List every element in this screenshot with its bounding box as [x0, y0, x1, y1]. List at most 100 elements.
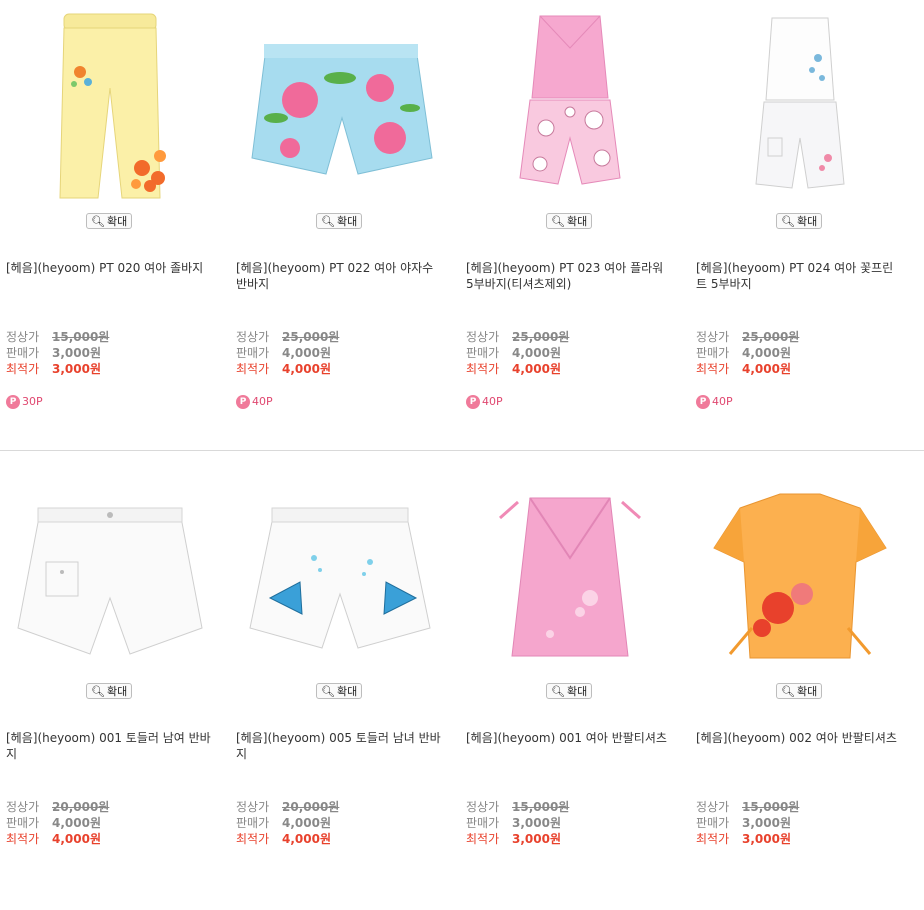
- product-name-link[interactable]: [헤음](heyoom) PT 024 여아 꽃프린트 5부바지: [696, 260, 901, 292]
- product-card: 🔍︎ 확대 [헤음](heyoom) 001 토들러 남여 반바지 정상가 20,0…: [0, 470, 220, 910]
- sale-price-label: 판매가: [6, 816, 40, 830]
- best-price: 3,000원: [52, 362, 101, 376]
- points-badge-icon: P: [466, 395, 480, 409]
- product-name-link[interactable]: [헤음](heyoom) 005 토들러 남녀 반바지: [236, 730, 441, 762]
- points-badge-icon: P: [6, 395, 20, 409]
- product-image-floral-blue-shorts[interactable]: [240, 8, 440, 208]
- zoom-label: 확대: [796, 215, 818, 228]
- price-block: 정상가 20,000원 판매가 4,000원 최적가 4,000원: [236, 799, 446, 847]
- row-divider: [0, 450, 924, 451]
- best-price-label: 최적가: [236, 362, 270, 376]
- points-badge-icon: P: [696, 395, 710, 409]
- sale-price: 3,000원: [742, 816, 791, 830]
- points-badge-icon: P: [236, 395, 250, 409]
- regular-price-label: 정상가: [6, 330, 40, 344]
- zoom-button[interactable]: 🔍︎ 확대: [546, 213, 592, 229]
- best-price: 4,000원: [512, 362, 561, 376]
- regular-price: 20,000원: [52, 800, 110, 814]
- best-price: 4,000원: [282, 832, 331, 846]
- product-name-link[interactable]: [헤음](heyoom) 001 토들러 남여 반바지: [6, 730, 211, 762]
- sale-price-label: 판매가: [696, 816, 730, 830]
- price-block: 정상가 15,000원 판매가 3,000원 최적가 3,000원: [6, 329, 216, 377]
- product-name-link[interactable]: [헤음](heyoom) 001 여아 반팔티셔츠: [466, 730, 671, 746]
- zoom-button[interactable]: 🔍︎ 확대: [86, 683, 132, 699]
- product-image-yellow-capri-pants[interactable]: [10, 8, 210, 208]
- price-block: 정상가 15,000원 판매가 3,000원 최적가 3,000원: [466, 799, 676, 847]
- zoom-button[interactable]: 🔍︎ 확대: [316, 683, 362, 699]
- best-price-label: 최적가: [466, 362, 500, 376]
- price-block: 정상가 25,000원 판매가 4,000원 최적가 4,000원: [466, 329, 676, 377]
- zoom-label: 확대: [106, 685, 128, 698]
- product-image-white-fish-shorts[interactable]: [240, 478, 440, 678]
- best-price-label: 최적가: [466, 832, 500, 846]
- best-price: 3,000원: [742, 832, 791, 846]
- zoom-label: 확대: [336, 685, 358, 698]
- sale-price-label: 판매가: [236, 816, 270, 830]
- best-price: 4,000원: [52, 832, 101, 846]
- regular-price: 15,000원: [742, 800, 800, 814]
- product-card: 🔍︎ 확대 [헤음](heyoom) PT 022 여아 야자수 반바지 정상가 2…: [230, 0, 450, 440]
- best-price: 4,000원: [282, 362, 331, 376]
- regular-price-label: 정상가: [6, 800, 40, 814]
- zoom-button[interactable]: 🔍︎ 확대: [316, 213, 362, 229]
- product-card: 🔍︎ 확대 [헤음](heyoom) 005 토들러 남녀 반바지 정상가 20,0…: [230, 470, 450, 910]
- best-price: 4,000원: [742, 362, 791, 376]
- points-value: 40P: [252, 395, 273, 408]
- price-block: 정상가 20,000원 판매가 4,000원 최적가 4,000원: [6, 799, 216, 847]
- regular-price-label: 정상가: [466, 330, 500, 344]
- best-price-label: 최적가: [6, 832, 40, 846]
- product-name-link[interactable]: [헤음](heyoom) PT 020 여아 졸바지: [6, 260, 211, 276]
- zoom-button[interactable]: 🔍︎ 확대: [776, 683, 822, 699]
- price-block: 정상가 25,000원 판매가 4,000원 최적가 4,000원: [696, 329, 906, 377]
- points-info: P 40P: [696, 394, 733, 410]
- regular-price: 25,000원: [742, 330, 800, 344]
- sale-price-label: 판매가: [466, 346, 500, 360]
- regular-price: 15,000원: [512, 800, 570, 814]
- magnifier-icon: 🔍︎: [321, 215, 335, 228]
- product-name-link[interactable]: [헤음](heyoom) PT 022 여아 야자수 반바지: [236, 260, 441, 292]
- regular-price-label: 정상가: [696, 800, 730, 814]
- regular-price: 20,000원: [282, 800, 340, 814]
- best-price: 3,000원: [512, 832, 561, 846]
- product-image-orange-tee[interactable]: [700, 478, 900, 678]
- product-image-pink-wrap-top[interactable]: [470, 478, 670, 678]
- product-card: 🔍︎ 확대 [헤음](heyoom) PT 020 여아 졸바지 정상가 15,00…: [0, 0, 220, 440]
- product-image-pink-top-floral-pants[interactable]: [470, 8, 670, 208]
- sale-price: 4,000원: [282, 346, 331, 360]
- product-row-2: 🔍︎ 확대 [헤음](heyoom) 001 토들러 남여 반바지 정상가 20,0…: [0, 470, 924, 910]
- best-price-label: 최적가: [696, 362, 730, 376]
- regular-price-label: 정상가: [466, 800, 500, 814]
- sale-price: 4,000원: [282, 816, 331, 830]
- sale-price-label: 판매가: [466, 816, 500, 830]
- magnifier-icon: 🔍︎: [781, 215, 795, 228]
- magnifier-icon: 🔍︎: [91, 685, 105, 698]
- sale-price-label: 판매가: [6, 346, 40, 360]
- product-image-white-shorts[interactable]: [10, 478, 210, 678]
- zoom-button[interactable]: 🔍︎ 확대: [546, 683, 592, 699]
- regular-price: 25,000원: [282, 330, 340, 344]
- product-image-white-top-white-pants[interactable]: [700, 8, 900, 208]
- zoom-button[interactable]: 🔍︎ 확대: [86, 213, 132, 229]
- product-row-1: 🔍︎ 확대 [헤음](heyoom) PT 020 여아 졸바지 정상가 15,00…: [0, 0, 924, 440]
- product-card: 🔍︎ 확대 [헤음](heyoom) 002 여아 반팔티셔츠 정상가 15,000…: [690, 470, 910, 910]
- magnifier-icon: 🔍︎: [321, 685, 335, 698]
- points-info: P 40P: [236, 394, 273, 410]
- sale-price: 3,000원: [512, 816, 561, 830]
- product-name-link[interactable]: [헤음](heyoom) PT 023 여아 플라워 5부바지(티셔츠제외): [466, 260, 671, 292]
- magnifier-icon: 🔍︎: [91, 215, 105, 228]
- regular-price-label: 정상가: [696, 330, 730, 344]
- regular-price-label: 정상가: [236, 800, 270, 814]
- product-card: 🔍︎ 확대 [헤음](heyoom) 001 여아 반팔티셔츠 정상가 15,000…: [460, 470, 680, 910]
- sale-price-label: 판매가: [236, 346, 270, 360]
- points-value: 40P: [712, 395, 733, 408]
- product-name-link[interactable]: [헤음](heyoom) 002 여아 반팔티셔츠: [696, 730, 901, 746]
- regular-price-label: 정상가: [236, 330, 270, 344]
- best-price-label: 최적가: [6, 362, 40, 376]
- points-info: P 40P: [466, 394, 503, 410]
- points-info: P 30P: [6, 394, 43, 410]
- regular-price: 15,000원: [52, 330, 110, 344]
- zoom-label: 확대: [566, 215, 588, 228]
- zoom-button[interactable]: 🔍︎ 확대: [776, 213, 822, 229]
- best-price-label: 최적가: [236, 832, 270, 846]
- product-card: 🔍︎ 확대 [헤음](heyoom) PT 023 여아 플라워 5부바지(티셔츠…: [460, 0, 680, 440]
